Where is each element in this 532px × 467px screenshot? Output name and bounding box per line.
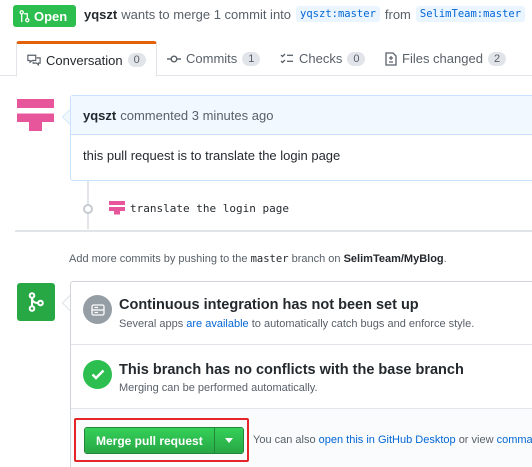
checks-icon — [280, 53, 293, 63]
tab-files-changed-count: 2 — [487, 51, 507, 66]
open-state-badge: Open — [13, 5, 76, 27]
command-line-instructions-link[interactable]: comman — [497, 434, 532, 446]
comment-box: yqszt commented 3 minutes ago this pull … — [70, 95, 532, 181]
avatar[interactable] — [17, 97, 54, 134]
also-middle: or view — [458, 434, 494, 446]
pr-summary-text: wants to merge 1 commit into — [121, 6, 292, 22]
no-conflict-subtitle: Merging can be performed automatically. — [119, 382, 318, 394]
merge-alternatives-note: You can also open this in GitHub Desktop… — [253, 434, 532, 446]
server-icon — [90, 303, 105, 316]
conversation-icon — [27, 54, 41, 66]
tab-commits-count: 1 — [242, 51, 261, 66]
tab-checks-label: Checks — [299, 51, 343, 66]
apps-available-link[interactable]: are available — [186, 318, 248, 330]
comment-body: this pull request is to translate the lo… — [83, 148, 341, 163]
tab-commits[interactable]: Commits 1 — [157, 41, 270, 76]
open-in-desktop-link[interactable]: open this in GitHub Desktop — [319, 434, 456, 446]
tab-files-changed-label: Files changed — [402, 51, 483, 66]
no-conflict-status-icon — [83, 360, 112, 389]
head-branch-label[interactable]: SelimTeam:master — [415, 6, 526, 22]
base-branch-label[interactable]: yqszt:master — [296, 6, 380, 22]
file-diff-icon — [385, 51, 397, 66]
highlight-box — [74, 418, 249, 462]
add-more-commits-note: Add more commits by pushing to the maste… — [69, 253, 447, 265]
merge-status-icon — [17, 283, 55, 321]
ci-subtitle: Several apps are available to automatica… — [119, 318, 474, 330]
tab-commits-label: Commits — [186, 51, 238, 66]
comment-header: yqszt commented 3 minutes ago — [71, 96, 532, 135]
commit-node-icon — [83, 204, 93, 214]
comment-author-link[interactable]: yqszt — [83, 108, 116, 123]
tab-conversation[interactable]: Conversation 0 — [16, 41, 157, 77]
tab-checks-count: 0 — [347, 51, 366, 66]
tab-files-changed[interactable]: Files changed 2 — [375, 41, 516, 76]
also-prefix: You can also — [253, 434, 316, 446]
git-merge-icon — [28, 292, 44, 312]
merge-caret-inner — [63, 296, 70, 310]
open-state-label: Open — [34, 8, 68, 24]
add-more-repo: SelimTeam/MyBlog — [343, 253, 444, 265]
pr-summary: yqszt wants to merge 1 commit into yqszt… — [84, 6, 530, 22]
tab-conversation-label: Conversation — [46, 52, 123, 68]
ci-sub-prefix: Several apps — [119, 318, 184, 330]
pr-from-text: from — [384, 6, 411, 22]
add-more-suffix: . — [443, 253, 447, 265]
identicon-icon — [17, 99, 54, 132]
ci-status-icon — [83, 295, 112, 324]
commit-message-link[interactable]: translate the login page — [130, 202, 289, 215]
timeline-divider — [15, 230, 532, 232]
comment-caret-inner — [63, 110, 70, 124]
add-more-prefix: Add more commits by pushing to the — [69, 253, 248, 265]
commit-icon — [167, 55, 181, 62]
pull-request-icon — [19, 9, 30, 22]
tab-checks[interactable]: Checks 0 — [270, 41, 375, 76]
add-more-branch: master — [250, 253, 289, 265]
ci-title: Continuous integration has not been set … — [119, 297, 419, 313]
pr-author-link[interactable]: yqszt — [84, 7, 117, 22]
commit-author-avatar[interactable] — [109, 200, 125, 219]
identicon-icon — [109, 200, 125, 215]
tab-conversation-count: 0 — [127, 53, 146, 67]
no-conflict-title: This branch has no conflicts with the ba… — [119, 362, 464, 378]
ci-sub-suffix: to automatically catch bugs and enforce … — [251, 318, 475, 330]
merge-separator — [71, 344, 532, 345]
check-icon — [91, 369, 104, 380]
add-more-middle: branch on — [291, 253, 341, 265]
comment-meta[interactable]: commented 3 minutes ago — [120, 108, 273, 123]
